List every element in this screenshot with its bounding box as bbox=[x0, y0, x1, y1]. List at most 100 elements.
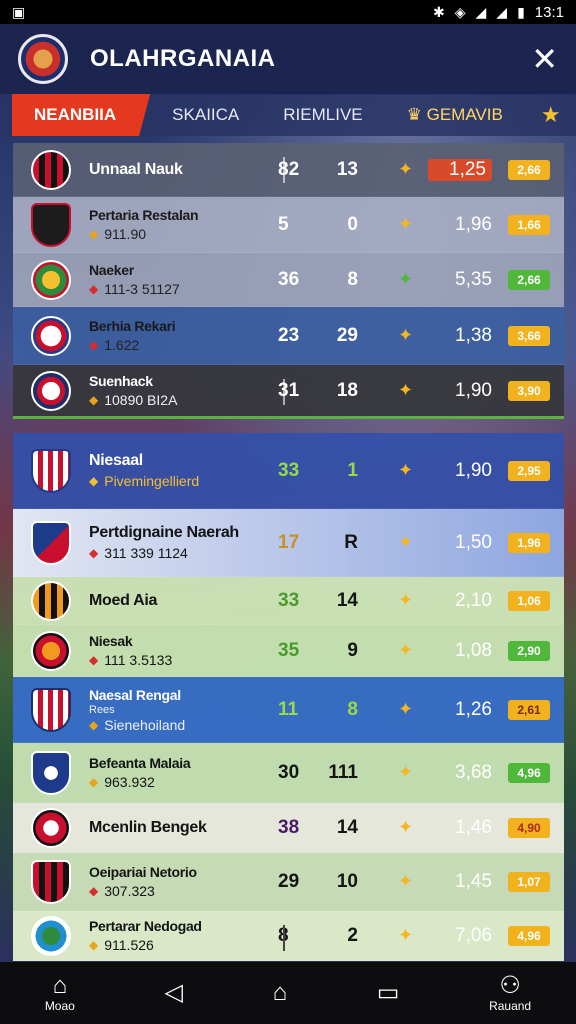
home-score: 5 bbox=[278, 213, 289, 235]
odds-badge[interactable]: 2,66 bbox=[508, 269, 550, 290]
odds-value[interactable]: 1,45 bbox=[428, 871, 492, 893]
odds-badge[interactable]: 4,96 bbox=[508, 762, 550, 783]
team-crest-icon bbox=[31, 448, 71, 493]
match-row[interactable]: Berhia Rekari ◆ 1.622 23 29 ✦ 1,38 3,66 bbox=[13, 307, 564, 365]
plus-icon[interactable]: ✦ bbox=[398, 380, 413, 401]
diamond-icon: ◆ bbox=[89, 227, 99, 241]
diamond-icon: ◆ bbox=[89, 393, 99, 407]
plus-icon[interactable]: ✦ bbox=[398, 640, 413, 661]
diamond-icon: ◆ bbox=[89, 884, 99, 898]
match-row[interactable]: Oeipariai Netorio ◆ 307.323 29 10 ✦ 1,45 1,… bbox=[13, 853, 564, 911]
odds-badge[interactable]: 1,07 bbox=[508, 871, 550, 892]
team-crest-icon bbox=[31, 915, 71, 956]
away-score: 2 bbox=[347, 924, 358, 946]
odds-value[interactable]: 7,06 bbox=[428, 925, 492, 947]
plus-icon[interactable]: ✦ bbox=[398, 590, 413, 611]
team-name: Naeker bbox=[89, 262, 134, 278]
home-score: 30 bbox=[278, 761, 300, 783]
tab-3[interactable]: ♛ GEMAVIB bbox=[385, 94, 525, 136]
away-score: 9 bbox=[347, 639, 358, 661]
odds-badge[interactable]: 1,06 bbox=[508, 590, 550, 611]
plus-icon[interactable]: ✦ bbox=[398, 532, 413, 553]
match-row[interactable]: Niesaal ◆ Pivemingellierd 33 1 ✦ 1,90 2,95 bbox=[13, 433, 564, 509]
plus-icon[interactable]: ✦ bbox=[398, 699, 413, 720]
away-score: 8 bbox=[347, 698, 358, 720]
team-crest-icon bbox=[31, 315, 71, 356]
team-name: Niesak bbox=[89, 633, 133, 649]
nav-home[interactable]: ⌂ Moao bbox=[45, 973, 75, 1014]
odds-value[interactable]: 1,25 bbox=[428, 158, 492, 181]
home-score: 82 bbox=[278, 158, 300, 180]
odds-badge[interactable]: 3,90 bbox=[508, 380, 550, 401]
match-row[interactable]: Unnaal Nauk 82 13 ✦ 1,25 2,66 bbox=[13, 143, 564, 197]
odds-badge[interactable]: 4,90 bbox=[508, 817, 550, 838]
match-row[interactable]: Mcenlin Bengek 38 14 ✦ 1,46 4,90 bbox=[13, 803, 564, 853]
away-score: 14 bbox=[336, 816, 358, 838]
team-crest-icon bbox=[31, 687, 71, 732]
nav-profile[interactable]: ⚇ Rauand bbox=[489, 973, 531, 1014]
odds-value[interactable]: 1,90 bbox=[428, 460, 492, 482]
match-row[interactable]: Moed Aia 33 14 ✦ 2,10 1,06 bbox=[13, 577, 564, 625]
away-score: 10 bbox=[336, 870, 358, 892]
match-row[interactable]: Pertaria Restalan ◆ 911.90 5 0 ✦ 1,96 1,66 bbox=[13, 197, 564, 253]
plus-icon[interactable]: ✦ bbox=[398, 214, 413, 235]
crown-icon: ♛ bbox=[406, 105, 422, 124]
nav-home-button[interactable]: ⌂ bbox=[273, 980, 288, 1006]
tab-0[interactable]: NEANBIIA bbox=[12, 94, 151, 136]
odds-badge[interactable]: 1,66 bbox=[508, 214, 550, 235]
app-logo bbox=[18, 34, 68, 84]
team-name: Oeipariai Netorio bbox=[89, 864, 197, 880]
odds-value[interactable]: 1,90 bbox=[428, 380, 492, 402]
match-row[interactable]: Suenhack ◆ 10890 BI2A 31 18 ✦ 1,90 3,90 bbox=[13, 365, 564, 419]
team-crest-icon bbox=[31, 807, 71, 848]
odds-badge[interactable]: 2,90 bbox=[508, 640, 550, 661]
odds-value[interactable]: 5,35 bbox=[428, 269, 492, 291]
match-row[interactable]: Naeker ◆ 111-3 51127 36 8 ✦ 5,35 2,66 bbox=[13, 253, 564, 307]
match-row[interactable]: Pertdignaine Naerah ◆ 311 339 1124 17 R ✦ 1… bbox=[13, 509, 564, 577]
odds-badge[interactable]: 2,95 bbox=[508, 460, 550, 481]
image-icon: ▣ bbox=[12, 3, 26, 20]
odds-badge[interactable]: 4,96 bbox=[508, 925, 550, 946]
favorites-star-icon[interactable]: ★ bbox=[525, 102, 576, 128]
team-name: Befeanta Malaia bbox=[89, 755, 191, 771]
plus-icon[interactable]: ✦ bbox=[398, 817, 413, 838]
away-score: 1 bbox=[347, 459, 358, 481]
match-row[interactable]: Befeanta Malaia ◆ 963.932 30 111 ✦ 3,68 4,9… bbox=[13, 743, 564, 803]
close-button[interactable]: ✕ bbox=[531, 40, 558, 78]
plus-icon[interactable]: ✦ bbox=[398, 325, 413, 346]
nav-back[interactable]: ◁ bbox=[164, 980, 182, 1006]
odds-badge[interactable]: 3,66 bbox=[508, 325, 550, 346]
team-sub: 111-3 51127 bbox=[104, 281, 180, 297]
team-sub: 111 3.5133 bbox=[104, 652, 173, 668]
tab-1[interactable]: SKAIICA bbox=[150, 94, 261, 136]
signal-icon: ◢ bbox=[475, 3, 487, 20]
plus-icon[interactable]: ✦ bbox=[398, 269, 413, 290]
away-score: 14 bbox=[336, 589, 358, 611]
plus-icon[interactable]: ✦ bbox=[398, 460, 413, 481]
status-bar: ▣ ✱ ◈ ◢ ◢ ▮ 13:1 bbox=[0, 0, 576, 24]
odds-value[interactable]: 3,68 bbox=[428, 762, 492, 784]
away-score: 8 bbox=[347, 268, 358, 290]
match-row[interactable]: Niesak ◆ 111 3.5133 35 9 ✦ 1,08 2,90 bbox=[13, 625, 564, 677]
odds-value[interactable]: 1,46 bbox=[428, 817, 492, 839]
plus-icon[interactable]: ✦ bbox=[398, 159, 413, 180]
nav-recents[interactable]: ▭ bbox=[377, 980, 400, 1006]
odds-badge[interactable]: 1,96 bbox=[508, 532, 550, 553]
plus-icon[interactable]: ✦ bbox=[398, 762, 413, 783]
diamond-icon: ◆ bbox=[89, 717, 99, 732]
odds-value[interactable]: 1,96 bbox=[428, 214, 492, 236]
odds-value[interactable]: 2,10 bbox=[428, 590, 492, 612]
odds-badge[interactable]: 2,61 bbox=[508, 699, 550, 720]
app-title: OLAHRGANAIA bbox=[90, 45, 276, 72]
odds-value[interactable]: 1,08 bbox=[428, 640, 492, 662]
odds-value[interactable]: 1,50 bbox=[428, 532, 492, 554]
odds-badge[interactable]: 2,66 bbox=[508, 159, 550, 180]
diamond-icon: ◆ bbox=[89, 282, 99, 296]
match-row[interactable]: Pertarar Nedogad◆911.526 82 ✦ 7,06 4,96 bbox=[13, 911, 564, 961]
odds-value[interactable]: 1,26 bbox=[428, 699, 492, 721]
tab-2[interactable]: RIEMLIVE bbox=[261, 94, 384, 136]
odds-value[interactable]: 1,38 bbox=[428, 325, 492, 347]
match-row[interactable]: Naesal Rengal Rees ◆ Sienehoiland 11 8 ✦ 1,2… bbox=[13, 677, 564, 743]
plus-icon[interactable]: ✦ bbox=[398, 871, 413, 892]
plus-icon[interactable]: ✦ bbox=[398, 925, 413, 946]
